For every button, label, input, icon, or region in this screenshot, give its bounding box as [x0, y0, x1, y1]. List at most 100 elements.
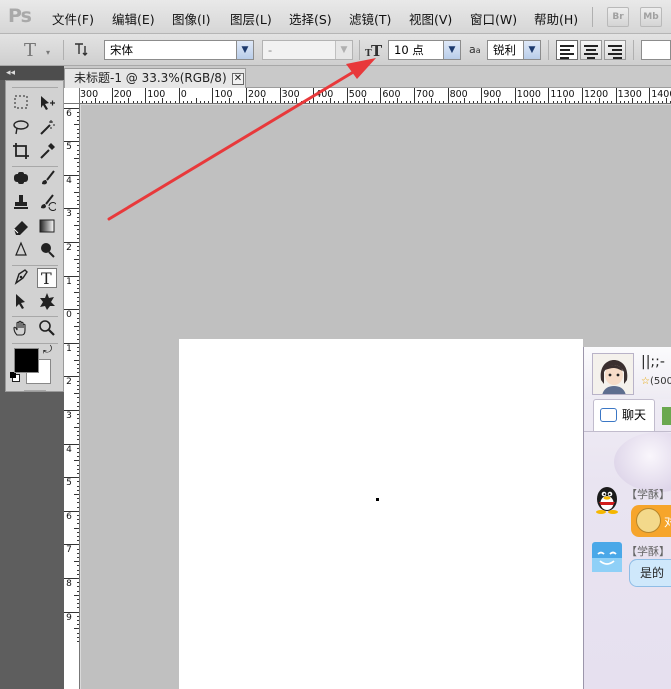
qq-penguin-avatar[interactable] — [592, 485, 622, 515]
ruler-minor-tick — [77, 338, 79, 340]
ruler-minor-tick — [254, 101, 256, 103]
ruler-label: 1200 — [584, 89, 609, 100]
anti-alias-dropdown[interactable]: 锐利 ▼ — [487, 40, 541, 60]
brush-tool-icon[interactable] — [37, 169, 57, 189]
vertical-ruler[interactable]: 76543210123456789 — [64, 104, 80, 689]
ruler-minor-tick — [170, 101, 172, 103]
contact-avatar[interactable] — [592, 353, 634, 395]
gradient-tool-icon[interactable] — [37, 217, 57, 237]
ruler-minor-tick — [77, 389, 79, 390]
type-tool-icon[interactable]: T — [37, 268, 57, 288]
ruler-minor-tick — [304, 101, 306, 103]
menu-view[interactable]: 视图(V) — [409, 9, 452, 28]
crop-tool-icon[interactable] — [11, 142, 31, 162]
font-size-icon: TT — [365, 41, 385, 60]
chevron-down-icon: ▼ — [443, 41, 460, 59]
pen-tool-icon[interactable] — [11, 268, 31, 288]
ruler-minor-tick — [187, 101, 189, 103]
menu-layer[interactable]: 图层(L) — [230, 9, 272, 28]
ruler-minor-tick — [183, 101, 184, 103]
menu-edit[interactable]: 编辑(E) — [112, 9, 155, 28]
text-tool-preset-icon[interactable]: T — [24, 40, 36, 61]
ruler-minor-tick — [77, 183, 79, 185]
ruler-minor-tick — [132, 101, 134, 103]
align-right-button[interactable] — [604, 40, 626, 60]
ruler-minor-tick — [77, 582, 79, 584]
ruler-minor-tick — [77, 615, 79, 617]
text-color-swatch[interactable] — [641, 40, 671, 60]
menu-help[interactable]: 帮助(H) — [534, 9, 578, 28]
ruler-label: 1400 — [651, 89, 671, 100]
sender-name: 【学酥】 — [626, 545, 670, 558]
document-tab[interactable]: 未标题-1 @ 33.3%(RGB/8) ✕ — [64, 68, 246, 88]
ruler-minor-tick — [77, 473, 79, 474]
dodge-tool-icon[interactable] — [37, 241, 57, 261]
ruler-minor-tick — [77, 632, 79, 634]
ruler-label: 4 — [66, 444, 72, 455]
ruler-minor-tick — [275, 101, 277, 103]
bridge-button[interactable]: Br — [607, 7, 629, 27]
font-size-dropdown[interactable]: 10 点 ▼ — [388, 40, 461, 60]
history-brush-icon[interactable] — [37, 193, 58, 213]
ruler-minor-tick — [77, 355, 79, 357]
menu-window[interactable]: 窗口(W) — [470, 9, 517, 28]
align-left-button[interactable] — [556, 40, 578, 60]
message-bubble[interactable]: 对 — [631, 505, 671, 537]
contact-avatar-small[interactable] — [592, 542, 622, 572]
horizontal-ruler[interactable]: 300 200 100 0 100 200 300 400 500 600 700 800 900 100… — [64, 88, 671, 104]
toggle-text-orientation-button[interactable] — [71, 41, 91, 59]
ruler-origin[interactable] — [64, 88, 80, 104]
path-selection-tool-icon[interactable] — [11, 292, 31, 312]
default-colors-icon[interactable] — [10, 372, 20, 382]
ruler-minor-tick — [77, 439, 79, 441]
sender-name: 【学酥】 — [626, 488, 670, 501]
align-center-button[interactable] — [580, 40, 602, 60]
ruler-minor-tick — [74, 561, 79, 563]
mini-bridge-button[interactable]: Mb — [640, 7, 662, 27]
ruler-minor-tick — [77, 447, 79, 449]
ruler-minor-tick — [519, 101, 520, 103]
font-family-dropdown[interactable]: 宋体 ▼ — [104, 40, 254, 60]
font-style-dropdown[interactable]: - ▼ — [262, 40, 353, 60]
move-tool-icon[interactable] — [37, 94, 57, 114]
ruler-minor-tick — [77, 557, 79, 558]
zoom-tool-icon[interactable] — [37, 319, 57, 339]
magic-wand-tool-icon[interactable] — [37, 118, 57, 138]
ruler-minor-tick — [77, 540, 79, 542]
close-icon[interactable]: ✕ — [232, 73, 244, 85]
ruler-minor-tick — [77, 300, 79, 302]
ruler-minor-tick — [107, 101, 109, 103]
tools-panel-collapse[interactable]: ◂◂ — [0, 66, 64, 80]
ruler-label: 2 — [66, 243, 72, 253]
message-bubble[interactable]: 是的 — [629, 559, 671, 587]
clone-stamp-tool-icon[interactable] — [11, 193, 31, 213]
menu-select[interactable]: 选择(S) — [289, 9, 332, 28]
ruler-minor-tick — [527, 101, 529, 103]
hand-tool-icon[interactable] — [11, 319, 31, 339]
chat-tab-label: 聊天 — [622, 408, 647, 422]
chat-tab-next[interactable] — [662, 407, 671, 425]
custom-shape-tool-icon[interactable] — [37, 292, 57, 312]
marquee-tool-icon[interactable] — [11, 94, 31, 114]
ruler-minor-tick — [77, 414, 79, 416]
eyedropper-tool-icon[interactable] — [37, 142, 57, 162]
ruler-minor-tick — [472, 101, 474, 103]
tools-panel: T ⤾ — [5, 80, 64, 392]
ruler-minor-tick — [493, 101, 495, 103]
menu-file[interactable]: 文件(F) — [52, 9, 94, 28]
ruler-minor-tick — [393, 101, 394, 103]
chat-tab[interactable]: 聊天 — [593, 399, 655, 431]
foreground-color-swatch[interactable] — [14, 348, 39, 373]
ruler-minor-tick — [77, 552, 79, 554]
document-canvas[interactable] — [179, 339, 583, 689]
menu-filter[interactable]: 滤镜(T) — [349, 9, 391, 28]
preset-dropdown-arrow-icon[interactable]: ▾ — [46, 48, 50, 57]
blur-tool-icon[interactable] — [11, 241, 31, 261]
menu-image[interactable]: 图像(I) — [172, 9, 210, 28]
ruler-minor-tick — [77, 536, 79, 537]
swap-colors-icon[interactable]: ⤾ — [43, 343, 52, 357]
ruler-minor-tick — [397, 98, 399, 103]
lasso-tool-icon[interactable] — [11, 118, 31, 138]
spot-healing-brush-icon[interactable] — [11, 169, 31, 189]
eraser-tool-icon[interactable] — [11, 217, 31, 237]
